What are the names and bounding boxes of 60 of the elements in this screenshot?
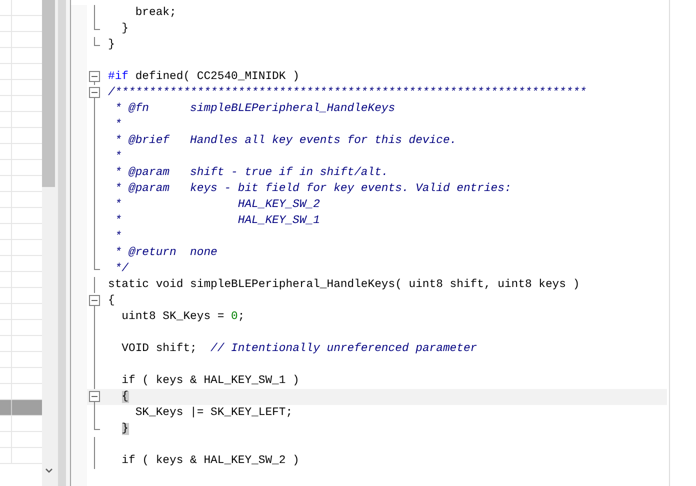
list-row[interactable] <box>0 16 42 32</box>
list-row[interactable] <box>0 144 42 160</box>
code-text: static void simpleBLEPeripheral_HandleKeys( uint8 shift, uint8 keys ) <box>108 278 580 293</box>
list-row[interactable] <box>0 0 42 16</box>
code-text: */ <box>114 262 129 277</box>
list-row[interactable] <box>0 176 42 192</box>
list-row[interactable] <box>0 288 42 304</box>
code-text: * HAL_KEY_SW_1 <box>114 214 320 229</box>
fold-toggle-icon[interactable] <box>89 391 100 402</box>
list-row[interactable] <box>0 80 42 96</box>
fold-toggle-icon[interactable] <box>89 87 100 98</box>
code-text: * <box>114 230 122 245</box>
code-text: * @return none <box>114 246 218 261</box>
fold-toggle-icon[interactable] <box>89 295 100 306</box>
list-row[interactable] <box>0 208 42 224</box>
list-row[interactable] <box>0 48 42 64</box>
code-text: { <box>120 390 129 405</box>
code-text: { <box>108 294 115 309</box>
code-text: * <box>114 150 122 165</box>
code-text: * <box>114 118 122 133</box>
code-text: SK_Keys |= SK_KEY_LEFT; <box>134 406 293 421</box>
list-row[interactable] <box>0 240 42 256</box>
list-row[interactable] <box>0 400 42 416</box>
list-row[interactable] <box>0 368 42 384</box>
list-row[interactable] <box>0 432 42 448</box>
code-text: /********************************************************************* <box>108 86 586 101</box>
scrollbar-thumb[interactable] <box>42 0 55 187</box>
list-row[interactable] <box>0 336 42 352</box>
list-row[interactable] <box>0 304 42 320</box>
list-row[interactable] <box>0 192 42 208</box>
list-row[interactable] <box>0 64 42 80</box>
list-row[interactable] <box>0 416 42 432</box>
code-text: * @brief Handles all key events for this device. <box>114 134 457 149</box>
list-row[interactable] <box>0 384 42 400</box>
code-text: * HAL_KEY_SW_2 <box>114 198 320 213</box>
list-row[interactable] <box>0 352 42 368</box>
list-row[interactable] <box>0 32 42 48</box>
list-row[interactable] <box>0 96 42 112</box>
list-row[interactable] <box>0 272 42 288</box>
code-text: #if defined( CC2540_MINIDK ) <box>108 70 300 85</box>
code-text: * @param shift - true if in shift/alt. <box>114 166 388 181</box>
code-text: * @param keys - bit field for key events. Valid entries: <box>114 182 512 197</box>
code-text: } <box>108 38 115 53</box>
splitter[interactable] <box>58 0 70 486</box>
code-text: * @fn simpleBLEPeripheral_HandleKeys <box>114 102 396 117</box>
list-row[interactable] <box>0 256 42 272</box>
list-row[interactable] <box>0 224 42 240</box>
code-text: if ( keys & HAL_KEY_SW_2 ) <box>120 454 300 469</box>
code-text: VOID shift; // Intentionally unreferenced parameter <box>120 342 478 357</box>
code-text: } <box>120 422 129 437</box>
code-text: break; <box>134 6 176 21</box>
list-row[interactable] <box>0 160 42 176</box>
list-row[interactable] <box>0 128 42 144</box>
list-row[interactable] <box>0 112 42 128</box>
code-text: if ( keys & HAL_KEY_SW_1 ) <box>120 374 300 389</box>
chevron-down-icon[interactable] <box>45 468 53 474</box>
code-text: } <box>120 22 129 37</box>
fold-toggle-icon[interactable] <box>89 71 100 82</box>
code-text: uint8 SK_Keys = 0; <box>120 310 245 325</box>
list-row[interactable] <box>0 320 42 336</box>
